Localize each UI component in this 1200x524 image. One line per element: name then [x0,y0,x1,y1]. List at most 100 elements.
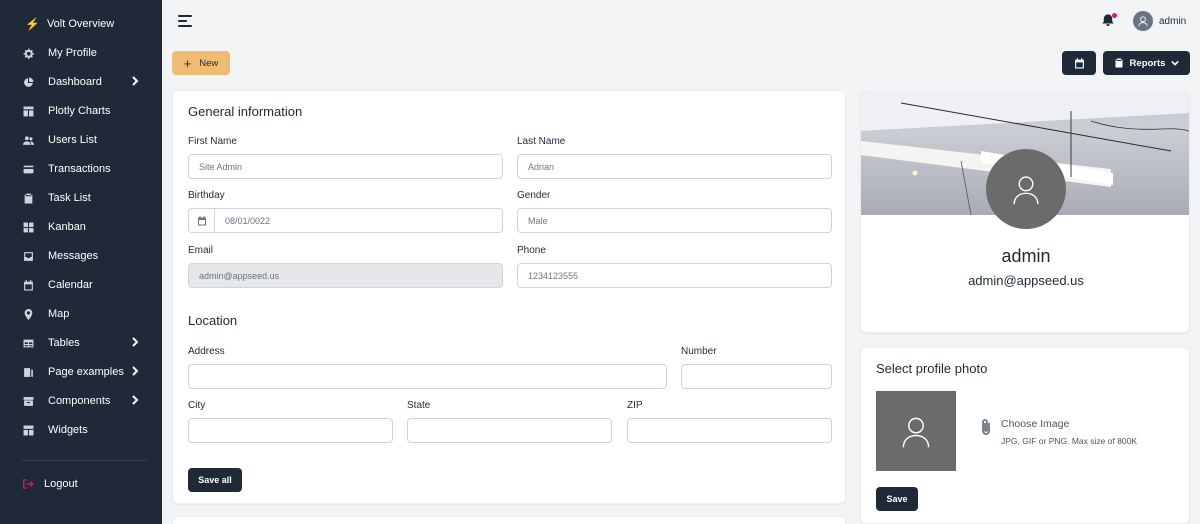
layout-icon [22,105,34,117]
sidebar-item-my-profile[interactable]: My Profile [22,43,140,63]
sidebar-item-page-examples[interactable]: Page examples [22,362,140,382]
sidebar-item-label: Map [48,308,70,320]
chevron-right-icon [130,366,140,378]
chevron-right-icon [130,337,140,349]
logout-icon [23,479,34,489]
phone-label: Phone [517,245,546,256]
user-icon [1138,16,1148,27]
sidebar-item-label: Kanban [48,221,86,233]
sidebar-item-label: Widgets [48,424,88,436]
new-button[interactable]: + New [172,51,230,75]
sidebar-item-task-list[interactable]: Task List [22,188,140,208]
sidebar-item-label: Messages [48,250,99,262]
sidebar-item-plotly-charts[interactable]: Plotly Charts [22,101,140,121]
sidebar-item-components[interactable]: Components [22,391,140,411]
user-menu[interactable]: admin [1133,10,1186,32]
email-input [188,263,503,288]
zip-input[interactable] [627,418,832,443]
archive-icon [22,395,34,407]
user-icon [1013,176,1039,205]
state-input[interactable] [407,418,612,443]
phone-input[interactable] [517,263,832,288]
address-label: Address [188,346,225,357]
upload-hint: JPG, GIF or PNG. Max size of 800K [1001,436,1138,446]
sidebar-item-widgets[interactable]: Widgets [22,420,140,440]
first-name-input[interactable] [188,154,503,179]
number-input[interactable] [681,364,832,389]
gender-label: Gender [517,190,551,201]
logout-link[interactable]: Logout [22,474,78,494]
brand-link[interactable]: ⚡ Volt Overview [25,15,114,33]
number-label: Number [681,346,717,357]
grid-icon [22,221,34,233]
profile-name: admin [1001,246,1051,266]
photo-preview [876,391,956,471]
email-label: Email [188,245,214,256]
secondary-card [172,516,846,524]
calendar-button[interactable] [1062,51,1096,75]
pie-chart-icon [22,76,34,88]
sidebar-item-label: Page examples [48,366,124,378]
map-pin-icon [22,308,34,320]
birthday-input[interactable] [215,209,502,232]
last-name-label: Last Name [517,136,566,147]
calendar-icon [189,209,215,232]
plus-icon: + [183,55,192,71]
sidebar-item-tables[interactable]: Tables [22,333,140,353]
paperclip-icon[interactable] [978,418,994,436]
sidebar-item-label: Calendar [48,279,93,291]
state-label: State [407,400,431,411]
profile-email: admin@appseed.us [968,273,1084,288]
sidebar: ⚡ Volt Overview My Profile Dashboard Plo… [0,0,162,524]
chevron-right-icon [130,395,140,407]
sidebar-item-label: Task List [48,192,91,204]
sidebar-toggle-button[interactable] [178,15,194,29]
sidebar-item-dashboard[interactable]: Dashboard [22,72,140,92]
choose-image-link[interactable]: Choose Image [1001,418,1069,430]
sidebar-item-kanban[interactable]: Kanban [22,217,140,237]
calendar-icon [22,279,34,291]
address-input[interactable] [188,364,667,389]
sidebar-item-calendar[interactable]: Calendar [22,275,140,295]
sidebar-item-label: My Profile [48,47,97,59]
clipboard-icon [1114,58,1130,68]
new-button-label: New [199,57,219,69]
sidebar-item-label: Transactions [48,163,111,175]
sidebar-item-label: Dashboard [48,76,102,88]
birthday-label: Birthday [188,190,225,201]
bolt-icon: ⚡ [25,17,40,31]
notifications-button[interactable] [1101,13,1117,29]
table-icon [22,337,34,349]
inbox-icon [22,250,34,262]
location-title: Location [188,313,238,328]
first-name-label: First Name [188,136,237,147]
general-information-card: General information First Name Last Name… [172,90,846,504]
save-all-button[interactable]: Save all [188,468,242,492]
city-input[interactable] [188,418,393,443]
sidebar-item-map[interactable]: Map [22,304,140,324]
avatar [1133,11,1153,31]
sidebar-item-transactions[interactable]: Transactions [22,159,140,179]
sidebar-item-users-list[interactable]: Users List [22,130,140,150]
pages-icon [22,366,34,378]
sidebar-item-label: Tables [48,337,80,349]
logout-label: Logout [44,478,78,490]
widgets-icon [22,424,34,436]
birthday-field[interactable] [188,208,503,233]
gender-input[interactable] [517,208,832,233]
sidebar-item-label: Users List [48,134,97,146]
save-photo-button[interactable]: Save [876,487,918,511]
sidebar-divider [22,460,147,461]
users-icon [22,134,34,146]
select-photo-title: Select profile photo [876,361,988,376]
sidebar-item-label: Plotly Charts [48,105,111,117]
profile-avatar [986,149,1066,229]
notification-dot [1112,13,1117,18]
clipboard-icon [22,192,34,204]
sidebar-item-messages[interactable]: Messages [22,246,140,266]
gear-icon [22,47,34,59]
credit-card-icon [22,163,34,175]
reports-dropdown-button[interactable]: Reports [1103,51,1190,75]
last-name-input[interactable] [517,154,832,179]
city-label: City [188,400,206,411]
